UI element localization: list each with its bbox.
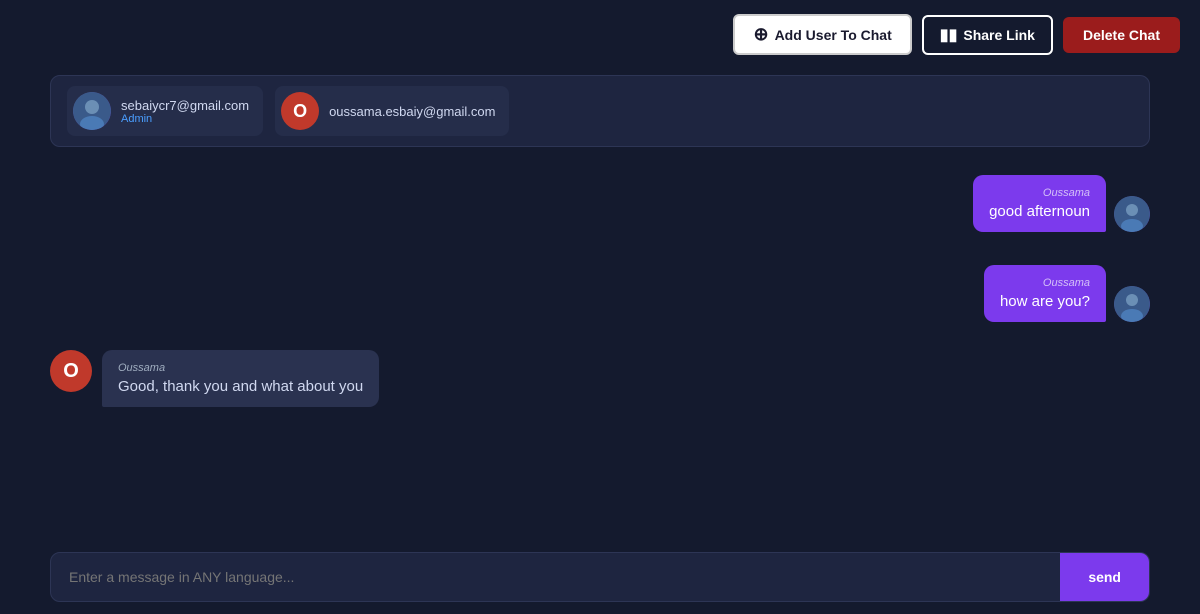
share-icon: ▮▮ <box>940 25 958 45</box>
message-text: Good, thank you and what about you <box>118 378 363 395</box>
message-text: good afternoun <box>989 203 1090 220</box>
plus-circle-icon: ⊕ <box>753 24 768 45</box>
participant-role: Admin <box>121 113 249 125</box>
participant-email: sebaiycr7@gmail.com <box>121 98 249 113</box>
message-bubble: Oussama good afternoun <box>973 175 1106 232</box>
avatar: O <box>50 350 92 392</box>
message-sender: Oussama <box>1000 277 1090 289</box>
delete-chat-label: Delete Chat <box>1083 27 1160 43</box>
message-bubble: Oussama how are you? <box>984 265 1106 322</box>
share-link-button[interactable]: ▮▮ Share Link <box>922 15 1053 55</box>
send-button[interactable]: send <box>1060 553 1149 601</box>
delete-chat-button[interactable]: Delete Chat <box>1063 17 1180 53</box>
message-sender: Oussama <box>118 362 363 374</box>
message-row: O Oussama Good, thank you and what about… <box>50 350 1150 407</box>
participant-email: oussama.esbaiy@gmail.com <box>329 104 495 119</box>
participant-item: O oussama.esbaiy@gmail.com <box>275 86 509 136</box>
avatar <box>1114 286 1150 322</box>
message-sender: Oussama <box>989 187 1090 199</box>
add-user-button[interactable]: ⊕ Add User To Chat <box>733 14 911 55</box>
avatar <box>1114 196 1150 232</box>
participant-info: oussama.esbaiy@gmail.com <box>329 104 495 119</box>
message-input-bar: send <box>50 552 1150 602</box>
share-link-label: Share Link <box>963 27 1035 43</box>
top-action-bar: ⊕ Add User To Chat ▮▮ Share Link Delete … <box>733 14 1180 55</box>
chat-area: Oussama good afternoun Oussama how are y… <box>50 155 1150 534</box>
message-bubble: Oussama Good, thank you and what about y… <box>102 350 379 407</box>
message-row: Oussama good afternoun <box>50 175 1150 232</box>
add-user-label: Add User To Chat <box>775 27 892 43</box>
message-row: Oussama how are you? <box>50 265 1150 322</box>
participants-bar: sebaiycr7@gmail.com Admin O oussama.esba… <box>50 75 1150 147</box>
send-label: send <box>1088 569 1121 585</box>
avatar: O <box>281 92 319 130</box>
participant-item: sebaiycr7@gmail.com Admin <box>67 86 263 136</box>
avatar <box>73 92 111 130</box>
message-input[interactable] <box>51 553 1060 601</box>
participant-info: sebaiycr7@gmail.com Admin <box>121 98 249 125</box>
message-text: how are you? <box>1000 293 1090 310</box>
